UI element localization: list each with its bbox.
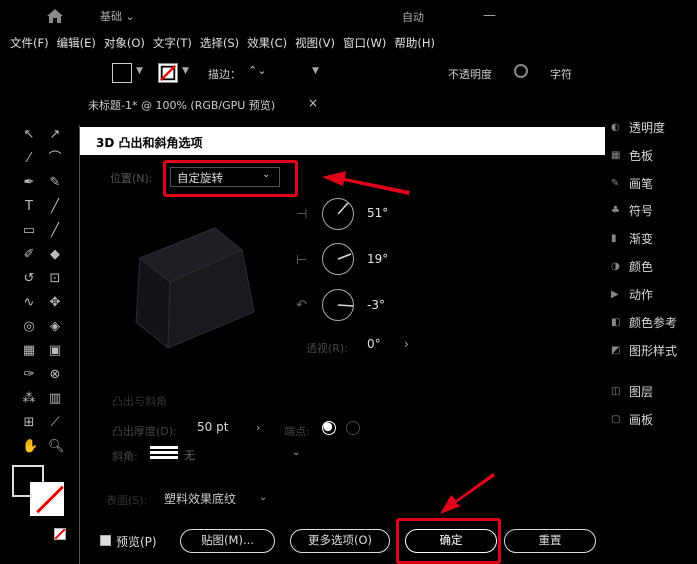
annotation-arrows [322, 171, 495, 514]
arrow-to-ok-button [440, 473, 495, 514]
arrow-to-position-select [322, 171, 410, 195]
